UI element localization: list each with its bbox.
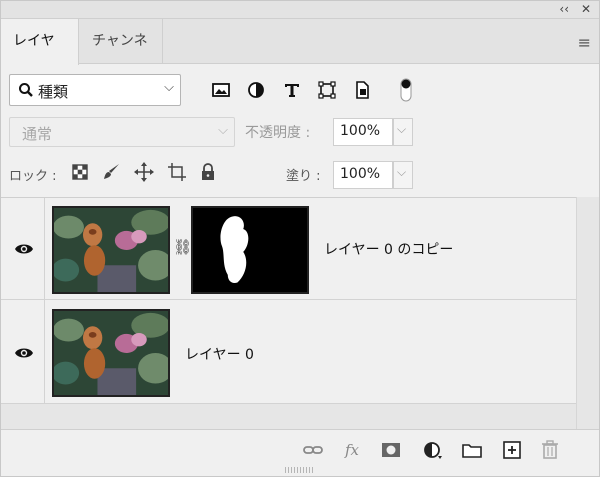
layers-panel: ‹‹ ✕ レイヤー チャンネル ≡ 種類 ⌵ bbox=[0, 0, 600, 477]
fill-value: 100% bbox=[340, 166, 381, 182]
eye-icon[interactable] bbox=[14, 346, 34, 360]
chevron-down-icon: ⌵ bbox=[164, 80, 174, 95]
lock-paint-icon[interactable] bbox=[101, 161, 123, 183]
blend-mode-select[interactable]: 通常 ⌵ bbox=[9, 117, 235, 147]
lock-artboard-icon[interactable] bbox=[166, 161, 188, 183]
link-chain-icon[interactable]: ⛓ bbox=[173, 238, 192, 256]
blend-mode-label: 通常 bbox=[22, 125, 53, 143]
new-layer-icon[interactable] bbox=[500, 438, 524, 462]
lock-label: ロック : bbox=[9, 169, 57, 184]
layer-row[interactable]: レイヤー 0 bbox=[1, 300, 576, 404]
close-panel-icon[interactable]: ✕ bbox=[581, 2, 591, 16]
type-icon[interactable] bbox=[282, 80, 302, 100]
lock-move-icon[interactable] bbox=[133, 161, 155, 183]
tab-channels[interactable]: チャンネル bbox=[80, 19, 163, 94]
layers-empty-area bbox=[1, 404, 576, 430]
layer-filter-select[interactable]: 種類 ⌵ bbox=[9, 74, 181, 106]
search-icon bbox=[19, 83, 33, 97]
filter-toggle-icon[interactable] bbox=[399, 77, 413, 103]
fill-input[interactable]: 100% bbox=[333, 161, 393, 189]
fill-label: 塗り : bbox=[286, 169, 321, 184]
fill-dropdown-button[interactable]: ⌵ bbox=[393, 161, 413, 189]
layers-scrollbar[interactable] bbox=[576, 197, 599, 429]
opacity-value: 100% bbox=[340, 123, 381, 139]
opacity-label: 不透明度 : bbox=[245, 125, 311, 141]
lock-transparent-icon[interactable] bbox=[69, 161, 91, 183]
mask-icon[interactable] bbox=[379, 438, 403, 462]
fx-icon[interactable]: fx bbox=[341, 438, 365, 462]
adjustment-icon[interactable] bbox=[246, 80, 266, 100]
layer-mask-thumbnail[interactable] bbox=[191, 206, 309, 294]
layers-bottom-toolbar: fx bbox=[1, 429, 599, 476]
layers-list: ⛓ レイヤー 0 のコピー レイヤー 0 bbox=[1, 197, 576, 430]
link-icon[interactable] bbox=[301, 438, 325, 462]
group-folder-icon[interactable] bbox=[460, 438, 484, 462]
chevron-down-icon: ⌵ bbox=[397, 122, 407, 136]
layer-row[interactable]: ⛓ レイヤー 0 のコピー bbox=[1, 198, 576, 300]
image-icon[interactable] bbox=[211, 80, 231, 100]
layer-thumbnail[interactable] bbox=[52, 206, 170, 294]
opacity-input[interactable]: 100% bbox=[333, 118, 393, 146]
smart-object-icon[interactable] bbox=[352, 80, 372, 100]
panel-tabs: レイヤー チャンネル ≡ bbox=[1, 19, 599, 94]
visibility-cell[interactable] bbox=[1, 300, 45, 403]
layer-thumbnail[interactable] bbox=[52, 309, 170, 397]
eye-icon[interactable] bbox=[14, 242, 34, 256]
layer-name[interactable]: レイヤー 0 のコピー bbox=[324, 239, 453, 259]
chevron-down-icon: ⌵ bbox=[218, 123, 228, 138]
svg-text:fx: fx bbox=[344, 441, 360, 459]
adjustment-layer-icon[interactable] bbox=[421, 438, 445, 462]
chevron-down-icon: ⌵ bbox=[397, 165, 407, 179]
hamburger-icon[interactable]: ≡ bbox=[578, 33, 591, 52]
filter-kind-label: 種類 bbox=[38, 83, 69, 101]
visibility-cell[interactable] bbox=[1, 198, 45, 299]
panel-title-bar: ‹‹ ✕ bbox=[1, 1, 599, 19]
collapse-panel-icon[interactable]: ‹‹ bbox=[559, 2, 569, 16]
resize-grip[interactable] bbox=[285, 467, 315, 473]
layer-name[interactable]: レイヤー 0 bbox=[185, 344, 254, 364]
trash-icon[interactable] bbox=[538, 438, 562, 462]
tab-layers[interactable]: レイヤー bbox=[1, 19, 79, 94]
lock-all-icon[interactable] bbox=[197, 161, 219, 183]
opacity-dropdown-button[interactable]: ⌵ bbox=[393, 118, 413, 146]
shape-icon[interactable] bbox=[317, 80, 337, 100]
